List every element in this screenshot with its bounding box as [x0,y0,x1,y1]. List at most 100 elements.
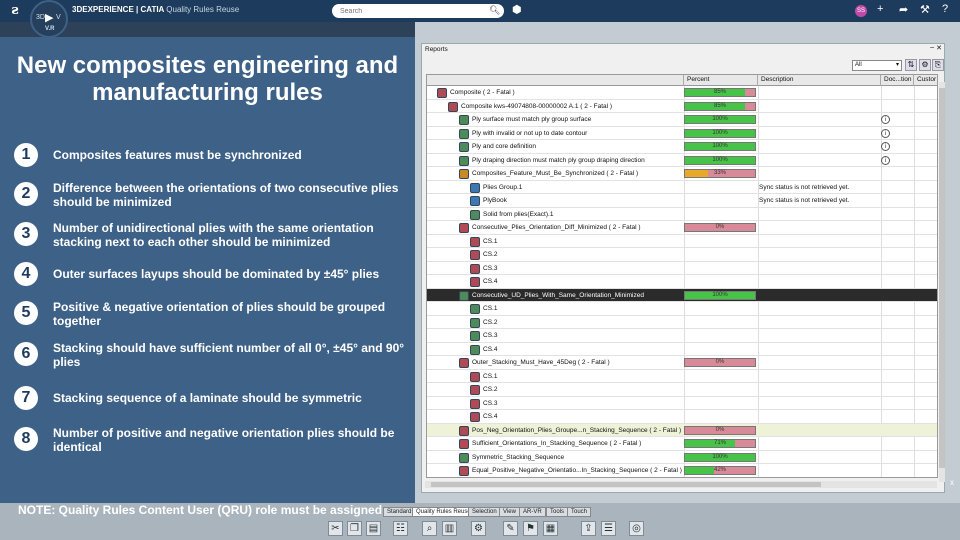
tab-quality-rules-reuse[interactable]: Quality Rules Reuse [412,507,475,517]
vertical-scrollbar[interactable] [939,82,945,482]
table-row[interactable]: CS.3 [427,397,937,410]
table-row[interactable]: Ply with invalid or not up to date conto… [427,127,937,140]
header-custom[interactable]: Custor [914,75,937,86]
rule-status-icon [470,371,480,382]
table-row[interactable]: Plies Group.1 Sync status is not retrieve… [427,181,937,194]
table-row[interactable]: Solid from plies(Exact).1 [427,208,937,221]
row-label: Ply and core definition [472,143,536,150]
table-row[interactable]: CS.1 [427,302,937,316]
rule-number: 1 [14,143,38,167]
book-icon[interactable]: ▥ [442,521,457,536]
tab-standard[interactable]: Standard [383,507,416,517]
row-label: Pos_Neg_Orientation_Plies_Groupe...n_Sta… [472,426,682,434]
tab-selection[interactable]: Selection [468,507,501,517]
plus-icon[interactable]: + [877,3,883,15]
info-icon[interactable]: i [881,128,890,138]
search-input[interactable] [332,4,504,18]
table-row[interactable]: Outer_Stacking_Must_Have_45Deg ( 2 - Fat… [427,356,937,370]
compass-icon[interactable]: 3D ▶ V V.R [30,0,68,38]
header-documentation[interactable]: Doc...tion [881,75,914,86]
export-icon[interactable]: ⇪ [581,521,596,536]
info-icon[interactable]: i [881,115,890,124]
rule-status-icon [470,331,480,341]
tab-touch[interactable]: Touch [567,507,592,517]
rule-status-icon [470,196,480,206]
sort-icon[interactable]: ⇅ [905,59,917,71]
header-percent[interactable]: Percent [684,75,758,86]
table-row[interactable]: CS.2 [427,248,937,262]
rule-status-icon [470,250,480,260]
rule-text: Stacking sequence of a laminate should b… [53,391,362,405]
percent-text: 85% [713,89,726,95]
table-row[interactable]: CS.4 [427,410,937,424]
avatar[interactable]: SS [855,5,867,17]
table-row[interactable]: Composites_Feature_Must_Be_Synchronized … [427,167,937,181]
close-icon[interactable]: ✕ [936,44,942,52]
info-icon[interactable]: i [881,155,890,165]
query-icon[interactable]: ◎ [629,521,644,536]
percent-bar: 0% [684,425,756,435]
table-row[interactable]: Consecutive_Plies_Orientation_Diff_Minim… [427,221,937,235]
header-description[interactable]: Description [758,75,881,86]
table-row[interactable]: CS.4 [427,275,937,289]
rule-item: 3 Number of unidirectional plies with the… [14,221,409,254]
gear-icon[interactable]: ⚙ [919,59,931,71]
tab-view[interactable]: View [499,507,520,517]
table-row[interactable]: CS.1 [427,370,937,383]
scroll-thumb[interactable] [939,88,945,468]
rule-status-icon [459,155,469,166]
rules-icon[interactable]: ☰ [601,521,616,536]
help-icon[interactable]: ? [942,3,948,15]
table-row[interactable]: Ply surface must match ply group surface… [427,113,937,127]
search-icon[interactable]: 🔍︎ [489,5,500,16]
tab-ar-vr[interactable]: AR-VR [519,507,546,517]
scissors-icon[interactable]: ✂ [328,521,343,536]
rule-number: 5 [14,301,38,325]
copy-icon[interactable]: ❐ [347,521,362,536]
paste-icon[interactable]: ▤ [366,521,381,536]
play-icon[interactable]: ▶ [45,11,53,24]
table-row[interactable]: PlyBook Sync status is not retrieved yet. [427,194,937,208]
row-label: Consecutive_Plies_Orientation_Diff_Minim… [472,224,641,231]
table-row[interactable]: Ply draping direction must match ply gro… [427,154,937,167]
table-row[interactable]: Ply and core definition 100% i [427,140,937,154]
tag-icon[interactable]: ⬢ [512,3,522,16]
rule-number: 4 [14,262,38,286]
row-label: CS.1 [483,237,498,245]
export-icon[interactable]: ⎘ [932,59,944,71]
table-row[interactable]: CS.1 [427,235,937,248]
ds-logo-icon[interactable]: ƨ [6,2,24,20]
table-row[interactable]: CS.3 [427,329,937,343]
minimize-icon[interactable]: – [930,44,934,51]
table-row[interactable]: CS.3 [427,262,937,275]
tab-tools[interactable]: Tools [546,507,569,517]
table-row[interactable]: Symmetric_Stacking_Sequence 100% [427,451,937,464]
zoom-icon[interactable]: ⌕ [422,521,437,536]
table-row[interactable]: Sufficient_Orientations_In_Stacking_Sequ… [427,437,937,451]
properties-icon[interactable]: ☷ [393,521,408,536]
table-row[interactable]: CS.2 [427,316,937,329]
percent-text: 100% [712,129,728,136]
table-row[interactable]: CS.4 [427,343,937,356]
report-icon[interactable]: ▦ [543,521,558,536]
info-icon[interactable]: i [881,142,890,151]
percent-bar: 100% [684,155,756,165]
table-row[interactable]: Equal_Positive_Negative_Orientatio...In_… [427,464,937,477]
table-row[interactable]: Composite kws-49074808-00000002 A.1 ( 2 … [427,100,937,113]
action-bar: ✂ ❐ ▤ ☷ ⌕ ▥ ⚙ ✎ ⚑ ▦ ⇪ ☰ ◎ [325,519,645,539]
rule-status-icon [470,304,480,314]
scroll-thumb[interactable] [431,482,821,487]
filter-select[interactable]: All ▾ [852,60,902,71]
rule-run-icon[interactable]: ⚑ [523,521,538,536]
settings-icon[interactable]: ⚙ [471,521,486,536]
table-row[interactable]: Pos_Neg_Orientation_Plies_Groupe...n_Sta… [427,423,937,437]
table-row[interactable]: Composite ( 2 - Fatal ) 85% [427,86,937,100]
share-icon[interactable]: ➦ [899,3,908,16]
tools-icon[interactable]: ⚒ [920,3,930,16]
row-label: CS.3 [483,264,498,272]
table-row[interactable]: Consecutive_UD_Plies_With_Same_Orientati… [427,288,937,302]
table-row[interactable]: CS.2 [427,383,937,397]
checklist-icon[interactable]: ✎ [503,521,518,536]
horizontal-scrollbar[interactable] [425,481,937,488]
row-description: Sync status is not retrieved yet. [759,183,850,191]
